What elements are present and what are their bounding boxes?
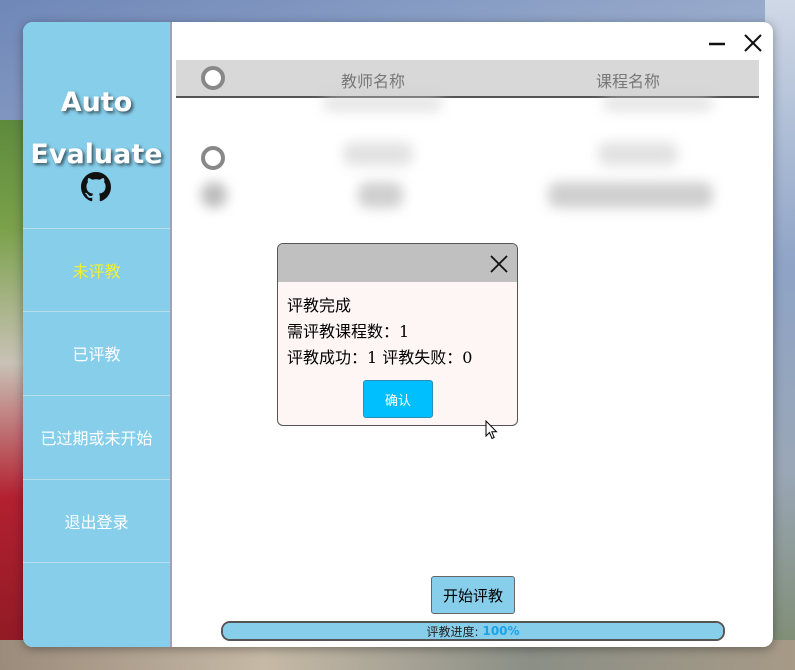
nav-item-logout[interactable]: 退出登录 [23,479,170,563]
column-header-course: 课程名称 [596,72,661,91]
nav-item-pending[interactable]: 未评教 [23,228,170,311]
blurred-teacher-name [358,182,403,208]
progress-bar: 评教进度: 100% [221,621,725,641]
nav-item-expired[interactable]: 已过期或未开始 [23,395,170,478]
blurred-content [323,94,443,112]
start-evaluation-button[interactable]: 开始评教 [431,576,515,614]
minimize-icon[interactable] [706,32,728,54]
blurred-teacher-name [343,142,413,166]
blurred-row-radio [201,182,227,208]
confirm-button[interactable]: 确认 [363,380,433,418]
progress-label-group: 评教进度: 100% [223,623,723,639]
nav-item-label: 退出登录 [64,513,129,532]
dialog-message-result: 评教成功：1 评教失败：0 [287,348,473,367]
nav-item-label: 未评教 [72,262,121,281]
brand-logo: Auto Evaluate [23,77,170,181]
nav-item-label: 已评教 [72,345,121,364]
blurred-course-name [598,142,678,166]
select-all-radio[interactable] [201,66,225,90]
close-icon[interactable] [489,254,509,274]
nav-item-evaluated[interactable]: 已评教 [23,311,170,394]
mouse-cursor-icon [485,420,498,440]
dialog-message-title: 评教完成 [287,296,352,315]
column-header-teacher: 教师名称 [341,72,406,91]
close-icon[interactable] [742,32,764,54]
github-icon[interactable] [81,172,111,202]
progress-label: 评教进度: [426,624,479,639]
app-window: Auto Evaluate 未评教 已评教 已过期或未开始 退出登录 教师名称 … [23,22,773,647]
sidebar: Auto Evaluate 未评教 已评教 已过期或未开始 退出登录 [23,22,172,647]
table-header: 教师名称 课程名称 [176,60,759,98]
progress-percent: 100% [482,624,520,638]
dialog-message-count: 需评教课程数：1 [287,322,410,341]
blurred-content [603,94,713,112]
result-dialog: 评教完成 需评教课程数：1 评教成功：1 评教失败：0 确认 [277,243,518,426]
nav-item-label: 已过期或未开始 [40,429,153,448]
brand-line1: Auto [60,87,133,118]
row-radio[interactable] [201,146,225,170]
dialog-titlebar [278,244,517,282]
blurred-course-name [548,182,713,208]
